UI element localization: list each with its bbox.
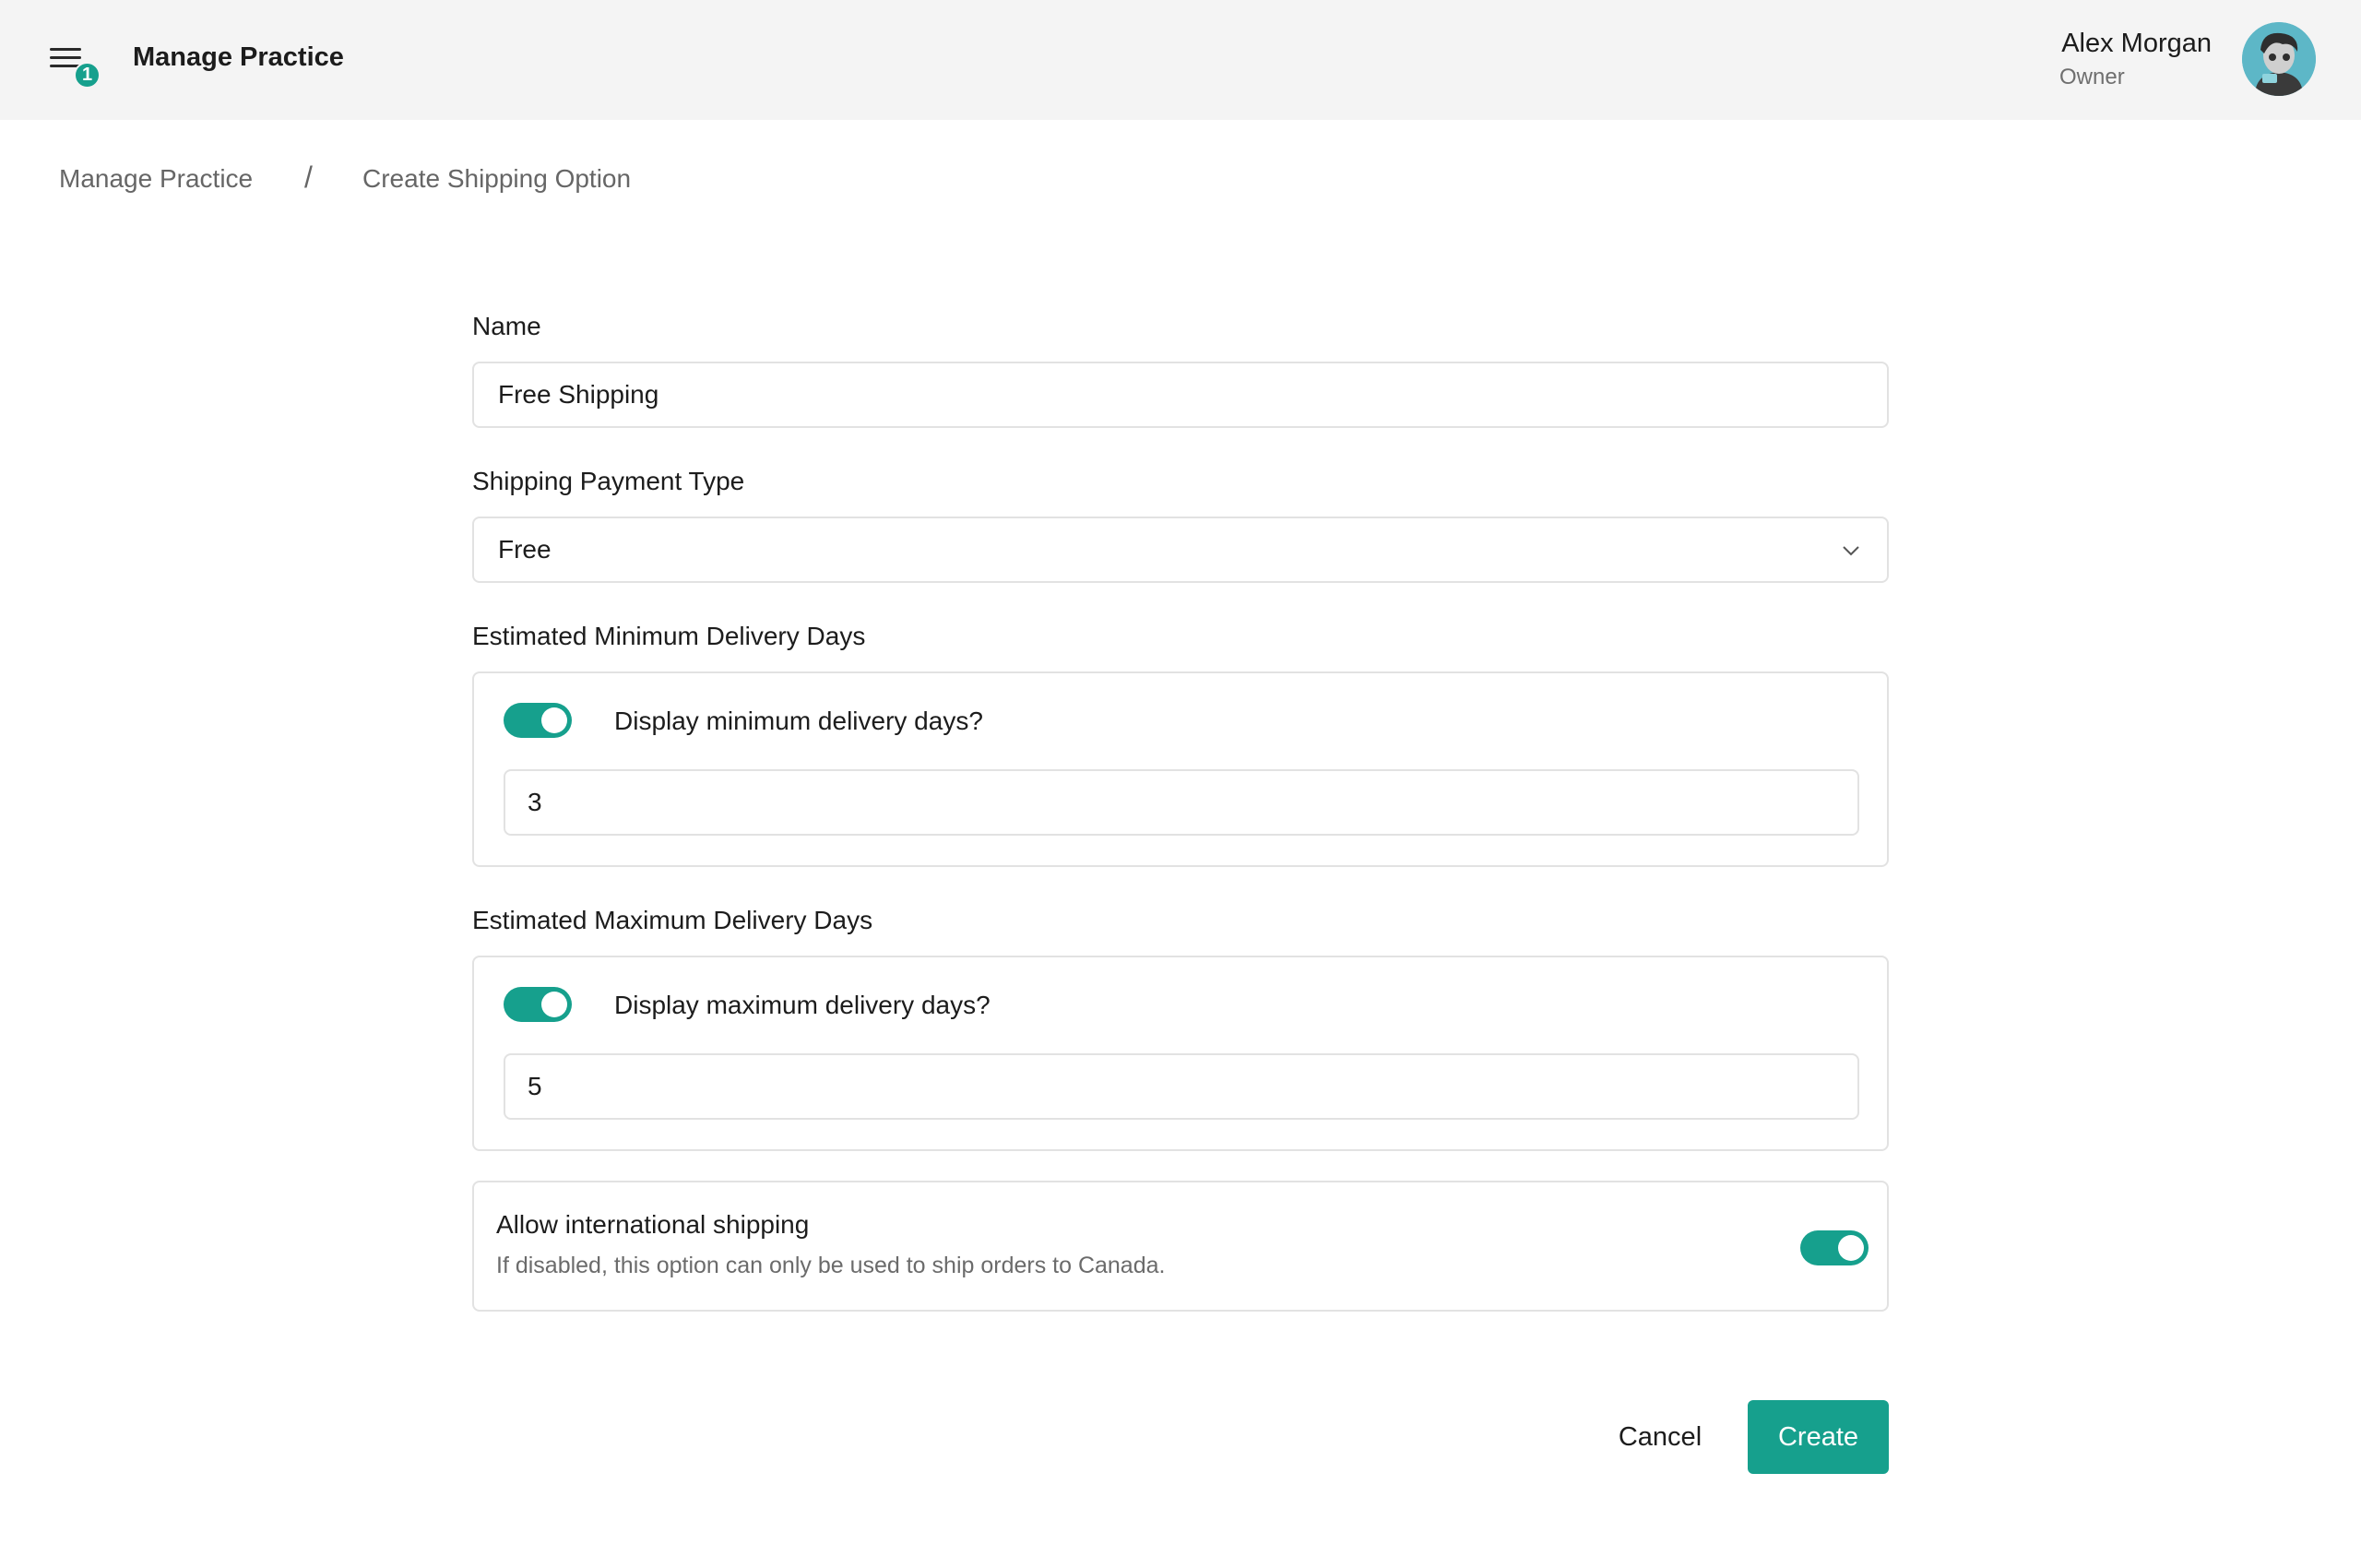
payment-type-label: Shipping Payment Type (472, 467, 745, 495)
user-role: Owner (2059, 65, 2125, 89)
max-days-panel: Display maximum delivery days? 5 (472, 956, 1889, 1151)
international-shipping-panel: Allow international shipping If disabled… (472, 1181, 1889, 1312)
create-button[interactable]: Create (1748, 1400, 1889, 1474)
international-shipping-description: If disabled, this option can only be use… (496, 1253, 1166, 1278)
max-days-toggle[interactable] (504, 987, 572, 1022)
avatar[interactable] (2242, 22, 2316, 96)
min-days-toggle-label: Display minimum delivery days? (614, 707, 983, 735)
chevron-down-icon (1843, 546, 1859, 556)
name-input[interactable]: Free Shipping (472, 362, 1889, 428)
min-days-panel: Display minimum delivery days? 3 (472, 671, 1889, 867)
notification-badge: 1 (74, 62, 101, 89)
top-bar: 1 Manage Practice Alex Morgan Owner (0, 0, 2361, 120)
payment-type-value: Free (498, 535, 552, 564)
min-days-input[interactable]: 3 (504, 769, 1859, 836)
breadcrumb-manage-practice[interactable]: Manage Practice (59, 164, 253, 194)
max-days-label: Estimated Maximum Delivery Days (472, 906, 873, 934)
max-days-toggle-label: Display maximum delivery days? (614, 991, 991, 1019)
name-input-value: Free Shipping (498, 380, 659, 409)
breadcrumb-current: Create Shipping Option (362, 164, 632, 193)
min-days-value: 3 (528, 788, 542, 816)
min-days-label: Estimated Minimum Delivery Days (472, 622, 866, 650)
breadcrumb-separator: / (304, 160, 313, 194)
min-days-toggle[interactable] (504, 703, 572, 738)
name-label: Name (472, 312, 541, 340)
international-shipping-title: Allow international shipping (496, 1210, 810, 1239)
cancel-button[interactable]: Cancel (1605, 1400, 1715, 1474)
menu-button[interactable]: 1 (46, 43, 101, 89)
payment-type-select[interactable]: Free (472, 517, 1889, 583)
max-days-value: 5 (528, 1072, 542, 1100)
app-title: Manage Practice (133, 42, 344, 72)
max-days-input[interactable]: 5 (504, 1053, 1859, 1120)
international-shipping-toggle[interactable] (1800, 1230, 1869, 1265)
user-name: Alex Morgan (2061, 29, 2212, 58)
